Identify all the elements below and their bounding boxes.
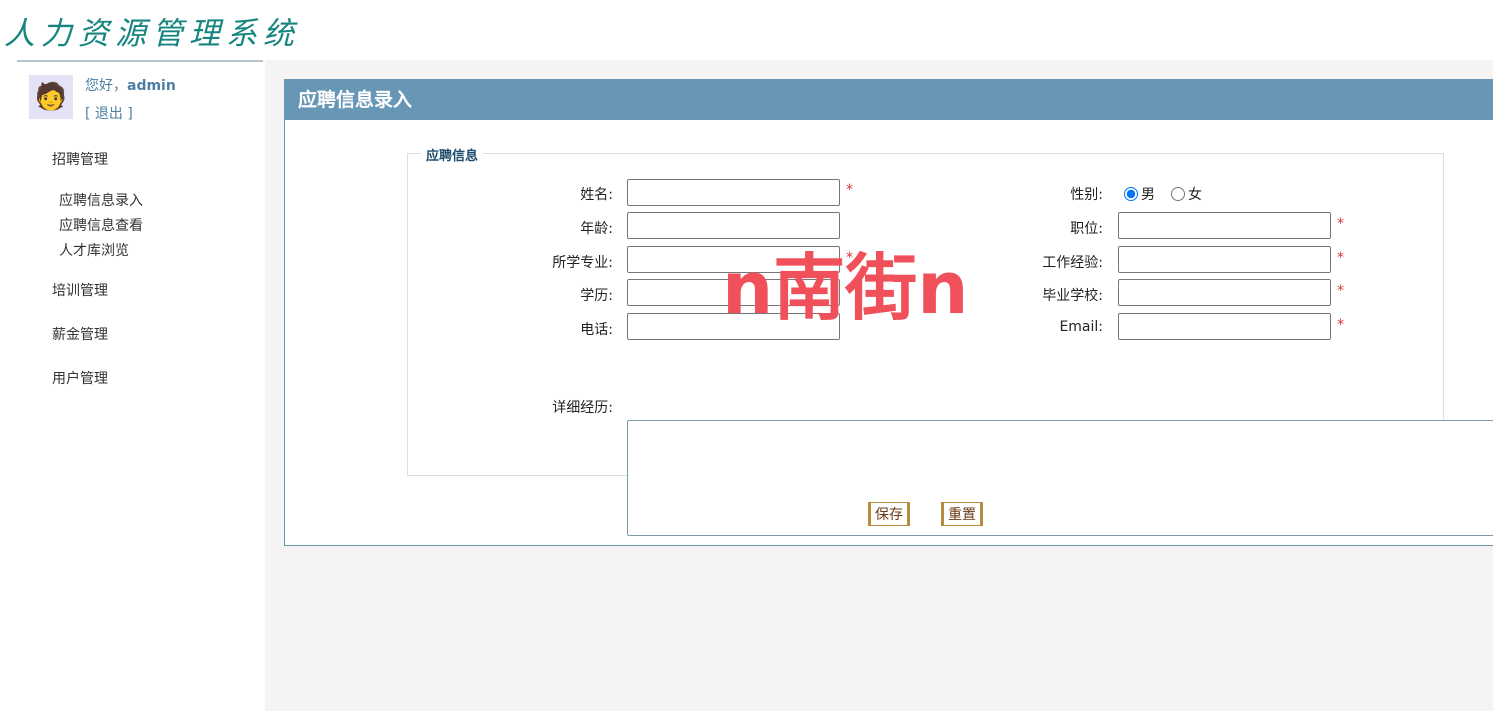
menu-salary[interactable]: 薪金管理 [52, 324, 108, 344]
username: admin [127, 78, 176, 94]
phone-label: 电话: [580, 322, 613, 338]
name-input[interactable] [627, 179, 840, 206]
required-mark: * [1337, 216, 1344, 232]
menu-users[interactable]: 用户管理 [52, 368, 108, 388]
resume-textarea[interactable] [627, 420, 1493, 536]
radio-male[interactable] [1124, 187, 1138, 201]
major-input[interactable] [627, 246, 840, 273]
required-mark: * [1337, 250, 1344, 266]
education-label: 学历: [580, 288, 613, 304]
save-button[interactable]: 保存 [868, 502, 910, 526]
age-input[interactable] [627, 212, 840, 239]
reset-button[interactable]: 重置 [941, 502, 983, 526]
form-panel: 应聘信息录入 应聘信息 姓名: * 性别: 男 女 年龄: 职位: * 所学专业… [284, 79, 1493, 546]
position-label: 职位: [1070, 221, 1103, 237]
resume-label: 详细经历: [552, 400, 613, 416]
gender-female-radio[interactable]: 女 [1171, 184, 1202, 204]
required-mark: * [846, 182, 853, 198]
avatar: 🧑 [29, 75, 73, 119]
position-input[interactable] [1118, 212, 1331, 239]
menu-item-application-view[interactable]: 应聘信息查看 [59, 215, 143, 235]
greeting: 您好，admin [85, 75, 176, 95]
experience-label: 工作经验: [1042, 255, 1103, 271]
name-label: 姓名: [580, 187, 613, 203]
radio-female[interactable] [1171, 187, 1185, 201]
page-title: 应聘信息录入 [285, 80, 1493, 120]
gender-male-radio[interactable]: 男 [1124, 184, 1155, 204]
divider [17, 60, 263, 62]
required-mark: * [1337, 317, 1344, 333]
menu-item-talent-pool[interactable]: 人才库浏览 [59, 240, 129, 260]
experience-input[interactable] [1118, 246, 1331, 273]
required-mark: * [846, 250, 853, 266]
applicant-fieldset: 应聘信息 姓名: * 性别: 男 女 年龄: 职位: * 所学专业: * 工作经… [407, 145, 1493, 536]
school-label: 毕业学校: [1042, 288, 1103, 304]
email-label: Email: [1059, 319, 1103, 335]
menu-recruitment[interactable]: 招聘管理 [52, 149, 108, 169]
menu-training[interactable]: 培训管理 [52, 280, 108, 300]
age-label: 年龄: [580, 221, 613, 237]
email-input[interactable] [1118, 313, 1331, 340]
gender-label: 性别: [1070, 187, 1103, 203]
major-label: 所学专业: [552, 255, 613, 271]
education-input[interactable] [627, 279, 840, 306]
male-label: 男 [1141, 187, 1155, 203]
fieldset-legend: 应聘信息 [421, 145, 484, 164]
phone-input[interactable] [627, 313, 840, 340]
female-label: 女 [1188, 187, 1202, 203]
logout-link[interactable]: [ 退出 ] [85, 103, 133, 123]
school-input[interactable] [1118, 279, 1331, 306]
app-logo: 人力资源管理系统 [4, 16, 300, 52]
required-mark: * [1337, 283, 1344, 299]
menu-item-application-entry[interactable]: 应聘信息录入 [59, 190, 143, 210]
greeting-text: 您好， [85, 78, 127, 94]
